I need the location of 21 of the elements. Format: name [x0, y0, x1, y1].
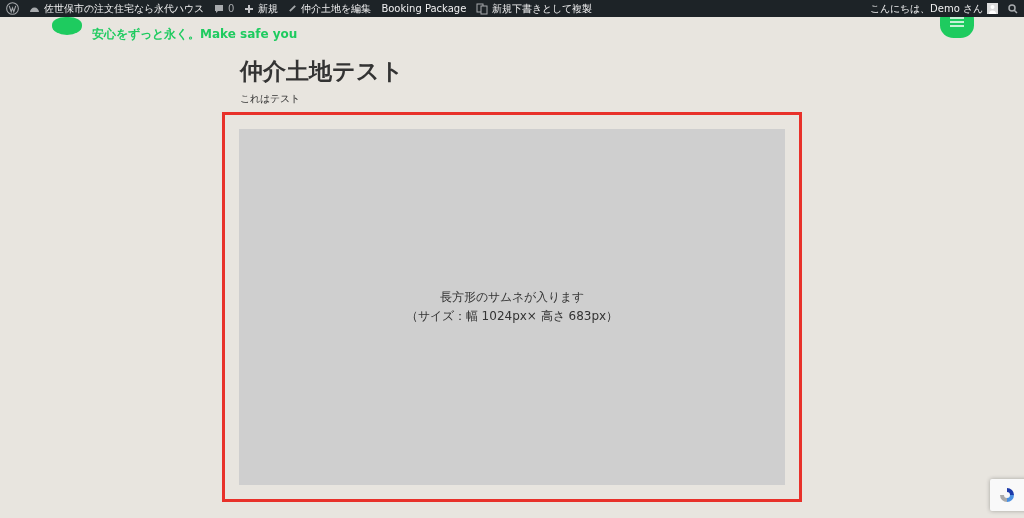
page-subtitle: これはテスト: [240, 92, 301, 106]
site-name-link[interactable]: 佐世保市の注文住宅なら永代ハウス: [29, 1, 204, 16]
page-title: 仲介土地テスト: [240, 57, 405, 86]
placeholder-text: 長方形のサムネが入ります: [440, 289, 584, 306]
account-link[interactable]: こんにちは、Demo さん: [870, 1, 998, 16]
avatar-icon: [987, 3, 998, 14]
placeholder-text: （サイズ：幅 1024px× 高さ 683px）: [405, 308, 619, 325]
plugin-link[interactable]: Booking Package: [381, 3, 467, 14]
comments-link[interactable]: 0: [214, 3, 235, 14]
plus-icon: [244, 3, 255, 14]
recaptcha-icon: [998, 486, 1016, 504]
recaptcha-badge[interactable]: [990, 479, 1024, 511]
menu-icon: [950, 17, 964, 27]
wordpress-icon[interactable]: [6, 2, 19, 15]
duplicate-link[interactable]: 新規下書きとして複製: [476, 1, 593, 16]
edit-link[interactable]: 仲介土地を編集: [288, 1, 372, 16]
logo-tagline: 安心をずっと永く。Make safe you: [92, 26, 298, 43]
search-icon[interactable]: [1008, 3, 1018, 14]
comment-icon: [214, 3, 224, 14]
pencil-icon: [288, 4, 298, 13]
new-link[interactable]: 新規: [244, 1, 279, 16]
